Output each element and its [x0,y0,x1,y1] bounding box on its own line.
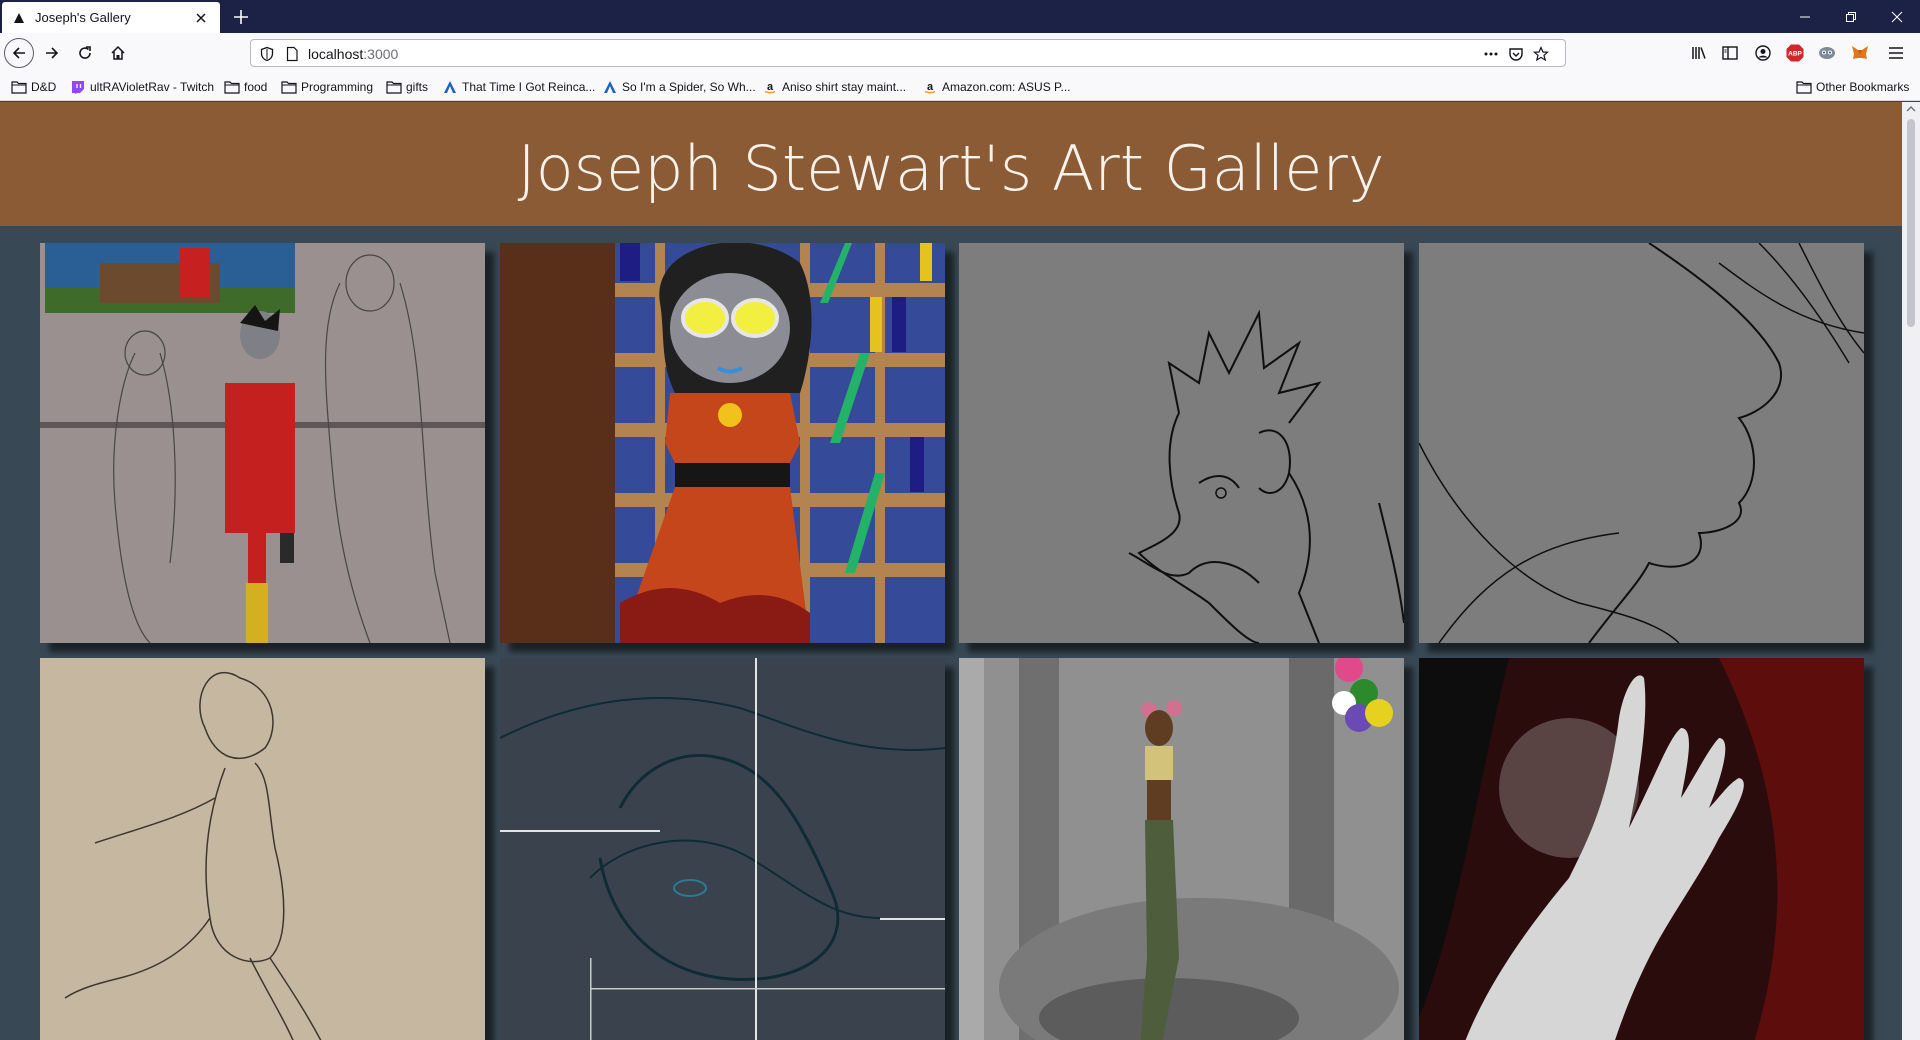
url-bar[interactable]: localhost:3000 [250,39,1566,67]
folder-icon [281,81,297,94]
shield-icon[interactable] [259,46,275,62]
bookmark-twitch[interactable]: ultRAVioletRav - Twitch [70,79,214,95]
artwork-image [40,658,485,1040]
bookmark-spider[interactable]: So I'm a Spider, So Wh... [602,79,756,95]
artwork-image [40,243,485,643]
bookmark-folder-food[interactable]: food [224,79,267,95]
restore-icon [1846,11,1856,22]
extension-mask-icon[interactable] [1817,43,1837,63]
restore-button[interactable] [1828,0,1874,33]
url-port: :3000 [363,46,399,62]
svg-text:a: a [767,81,774,93]
metamask-fox-icon[interactable] [1850,43,1870,63]
pocket-icon[interactable] [1508,46,1524,62]
bookmark-folder-gifts[interactable]: gifts [386,79,428,95]
url-host: localhost [308,46,364,62]
bookmark-label: Amazon.com: ASUS P... [942,80,1071,94]
more-actions-icon[interactable] [1483,46,1499,62]
home-button[interactable] [103,38,133,68]
reload-button[interactable] [70,38,100,68]
close-window-button[interactable] [1874,0,1920,33]
bookmark-reincarnated[interactable]: That Time I Got Reinca... [442,79,595,95]
home-icon [111,45,125,60]
menu-hamburger-icon[interactable] [1886,43,1906,63]
bookmark-label: Other Bookmarks [1816,80,1910,94]
bookmark-aniso-shirt[interactable]: a Aniso shirt stay maint... [762,79,906,95]
gallery-artwork-4[interactable] [1419,243,1864,643]
tab-title: Joseph's Gallery [35,10,131,25]
gallery-artwork-6[interactable] [500,658,945,1040]
folder-icon [386,81,402,94]
site-header: Joseph Stewart's Art Gallery [0,102,1902,226]
url-text[interactable]: localhost:3000 [308,46,398,62]
new-tab-icon[interactable] [230,6,252,28]
page-icon[interactable] [284,46,300,62]
arrow-left-icon [12,47,25,59]
page-scrollbar[interactable] [1902,102,1920,1040]
site-a-icon [604,81,616,93]
star-bookmark-icon[interactable] [1533,46,1549,62]
artwork-image [500,658,945,1040]
page-content: Joseph Stewart's Art Gallery [0,102,1902,1040]
bookmark-folder-dnd[interactable]: D&D [11,79,56,95]
site-a-icon [444,81,456,93]
account-icon[interactable] [1753,43,1773,63]
bookmark-label: food [244,80,268,94]
minimize-icon [1800,16,1810,17]
folder-icon [224,81,240,94]
forward-button[interactable] [37,38,67,68]
twitch-icon [72,81,84,94]
svg-text:ABP: ABP [1788,51,1802,58]
bookmark-label: That Time I Got Reinca... [462,80,596,94]
reload-icon [79,46,91,59]
arrow-right-icon [46,47,59,59]
artwork-image [959,243,1404,643]
bookmark-label: So I'm a Spider, So Wh... [622,80,756,94]
scrollbar-thumb[interactable] [1907,119,1915,327]
scroll-up-arrow-icon[interactable] [1902,102,1920,116]
svg-text:a: a [927,81,934,93]
close-icon [1891,11,1903,22]
gallery-artwork-1[interactable] [40,243,485,643]
other-bookmarks-folder[interactable]: Other Bookmarks [1796,79,1909,95]
artwork-image [1419,243,1864,643]
tab-bar: Joseph's Gallery [0,0,1920,33]
artwork-image [500,243,945,643]
bookmark-amazon-asus[interactable]: a Amazon.com: ASUS P... [922,79,1071,95]
site-favicon-icon [14,12,24,23]
bookmark-label: gifts [406,80,429,94]
gallery-artwork-5[interactable] [40,658,485,1040]
bookmark-label: Programming [301,80,374,94]
amazon-icon: a [764,81,776,94]
gallery-artwork-8[interactable] [1419,658,1864,1040]
artwork-image [1419,658,1864,1040]
adblock-icon[interactable]: ABP [1785,43,1805,63]
page-title: Joseph Stewart's Art Gallery [517,131,1385,205]
bookmark-label: Aniso shirt stay maint... [782,80,907,94]
close-tab-icon[interactable] [194,11,208,25]
back-button[interactable] [4,38,34,68]
bookmark-label: D&D [31,80,57,94]
gallery-artwork-2[interactable] [500,243,945,643]
navigation-toolbar: localhost:3000 ABP [0,33,1920,73]
folder-icon [1796,81,1812,94]
bookmark-label: ultRAVioletRav - Twitch [90,80,215,94]
artwork-image [959,658,1404,1040]
minimize-button[interactable] [1782,0,1828,33]
gallery-artwork-7[interactable] [959,658,1404,1040]
sidebar-icon[interactable] [1720,43,1740,63]
bookmark-folder-programming[interactable]: Programming [281,79,373,95]
library-icon[interactable] [1689,43,1709,63]
folder-icon [11,81,27,94]
tab-active[interactable]: Joseph's Gallery [2,2,220,33]
gallery-artwork-3[interactable] [959,243,1404,643]
bookmarks-toolbar: D&D ultRAVioletRav - Twitch food Program… [0,73,1920,101]
amazon-icon: a [924,81,936,94]
